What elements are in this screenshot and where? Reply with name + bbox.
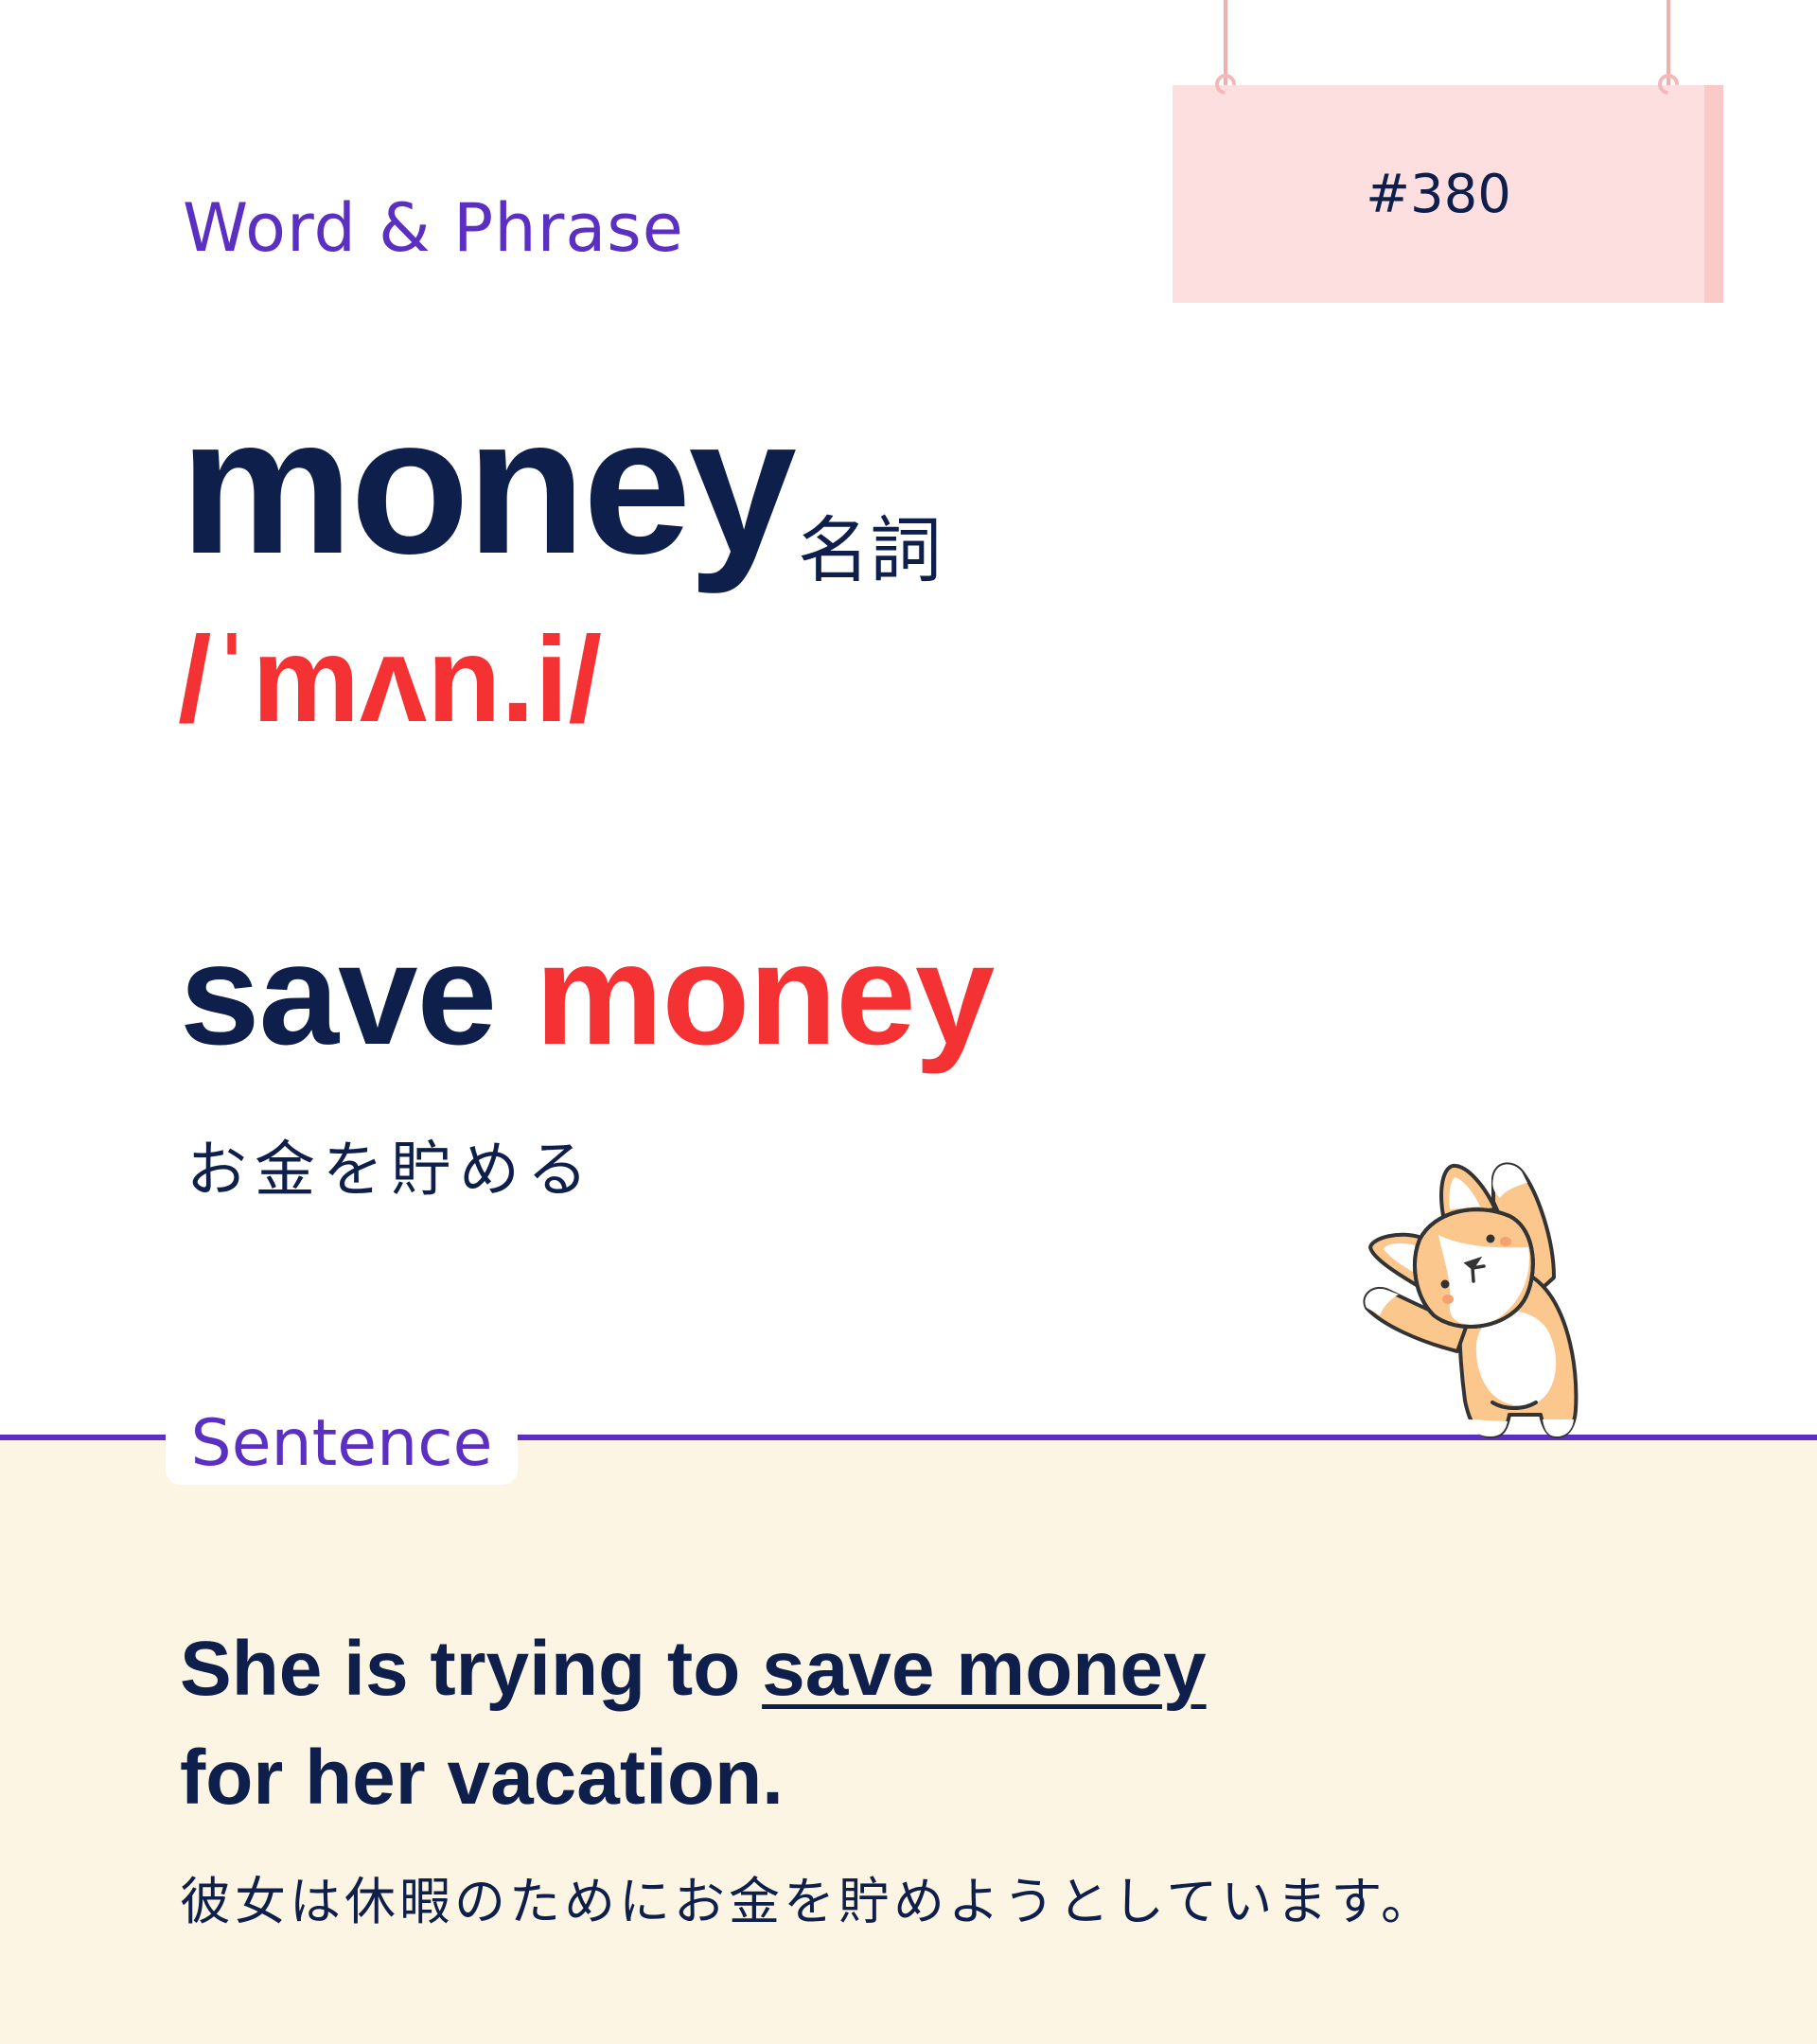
- sign-edge: [1704, 85, 1723, 303]
- phrase-prefix: save: [180, 914, 497, 1075]
- example-sentence-line-1: She is trying to save money: [180, 1630, 1207, 1708]
- pronunciation: /ˈmʌn.i/: [178, 612, 603, 748]
- sentence-label: Sentence: [166, 1401, 518, 1485]
- card-number: #380: [1366, 163, 1511, 225]
- sentence-translation: 彼女は休暇のためにお金を貯めようとしています。: [180, 1872, 1436, 1931]
- phrase-keyword: money: [535, 914, 995, 1075]
- phrase-translation: お金を貯める: [186, 1136, 595, 1206]
- category-label: Word & Phrase: [183, 189, 684, 267]
- phrase: save money: [180, 923, 995, 1066]
- sentence-prefix: She is trying to: [180, 1626, 763, 1712]
- headword: money: [180, 377, 797, 594]
- example-sentence-line-2: for her vacation.: [180, 1735, 784, 1821]
- part-of-speech: 名詞: [798, 508, 942, 592]
- corgi-mascot-icon: [1363, 1162, 1579, 1438]
- card-number-sign: #380: [1173, 85, 1723, 303]
- sentence-highlight: save money: [762, 1626, 1207, 1712]
